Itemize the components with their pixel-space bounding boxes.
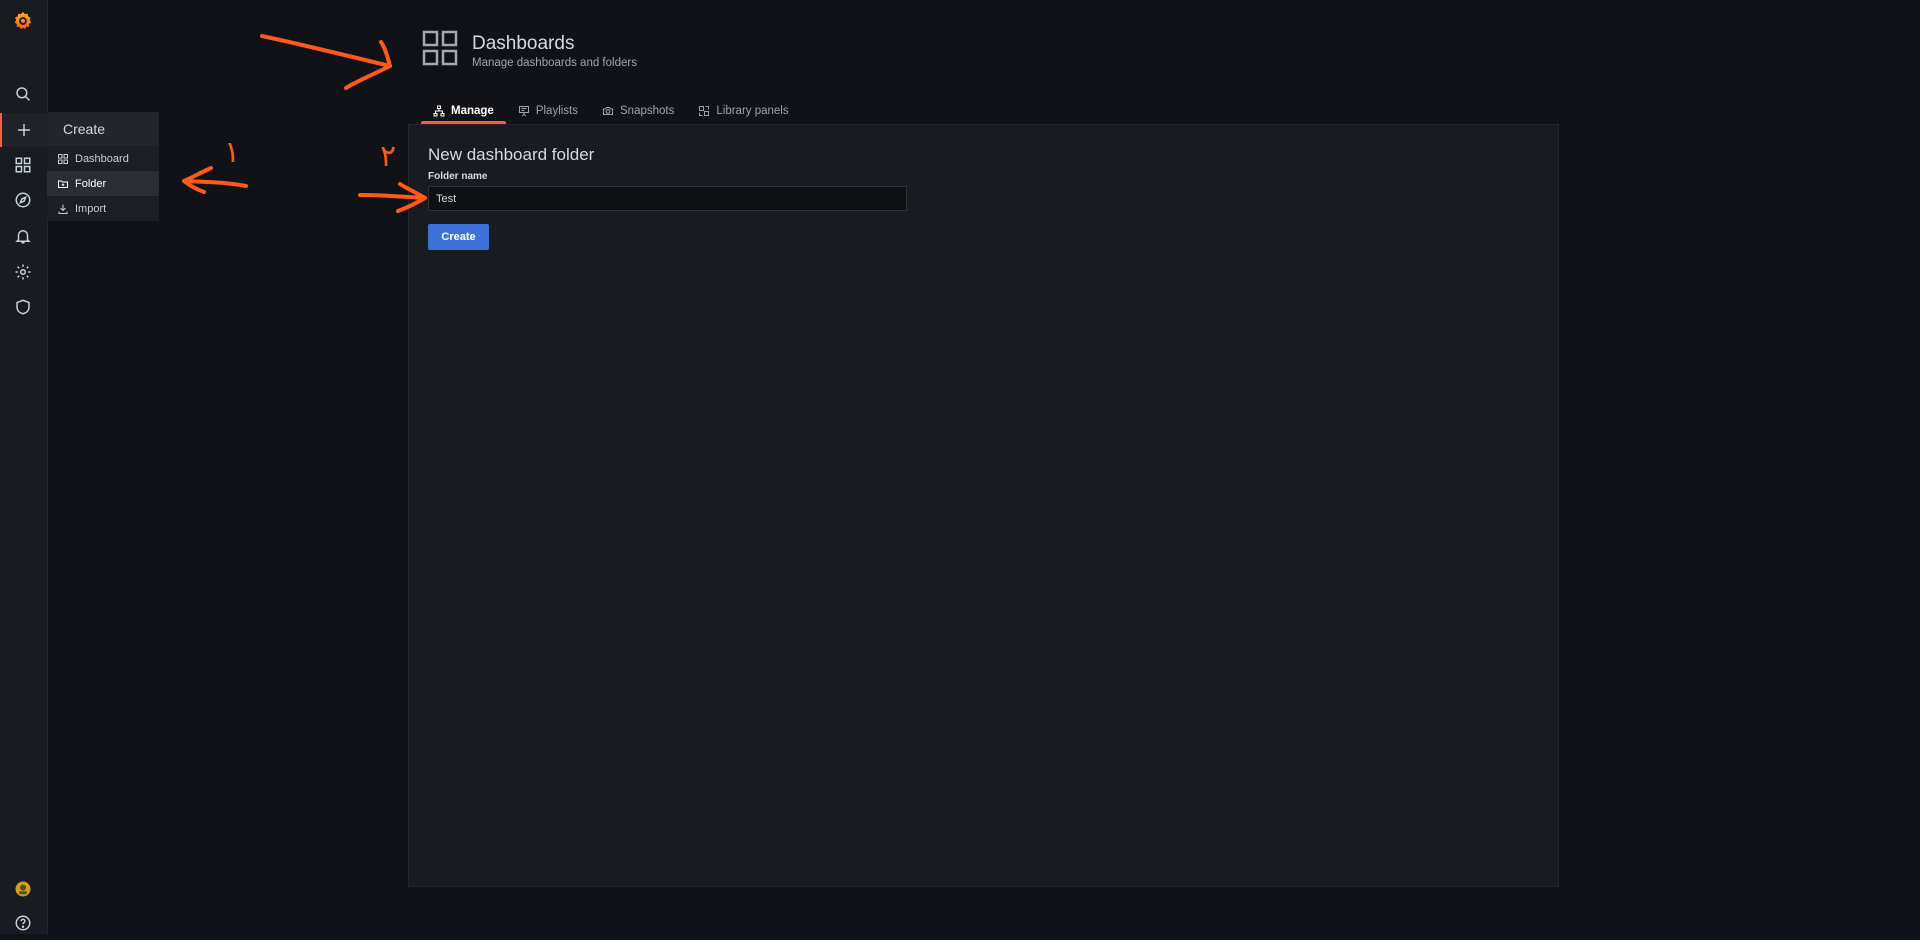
content-panel: New dashboard folder Folder name Create	[408, 124, 1559, 887]
page-title: Dashboards	[472, 33, 575, 54]
tab-label: Playlists	[535, 105, 579, 117]
create-button[interactable]: Create	[428, 224, 489, 250]
page-tabs: Manage Playlists Snapshots Library panel…	[421, 98, 801, 124]
footer	[690, 926, 707, 937]
tab-playlists[interactable]: Playlists	[506, 98, 590, 124]
bell-icon	[15, 230, 31, 244]
flyout-item-label: Dashboard	[75, 152, 129, 165]
footer-links	[690, 926, 693, 937]
flyout-item-label: Folder	[75, 177, 107, 190]
camera-icon	[603, 107, 614, 115]
tab-label: Snapshots	[620, 105, 675, 117]
annotation-step-1: ۱	[224, 135, 240, 170]
avatar	[15, 881, 31, 897]
sidemenu-create[interactable]	[0, 113, 46, 147]
apps-icon	[58, 153, 68, 164]
sidemenu-dashboards[interactable]	[0, 148, 46, 182]
shield-icon	[16, 299, 30, 315]
apps-icon	[15, 157, 31, 173]
grafana-logo-icon	[14, 11, 32, 30]
folder-name-label: Folder name	[428, 171, 488, 182]
sidemenu-help[interactable]	[0, 906, 46, 940]
apps-icon	[422, 30, 458, 66]
folder-name-input[interactable]	[428, 186, 907, 211]
sidemenu-configuration[interactable]	[0, 255, 46, 289]
sidemenu-server-admin[interactable]	[0, 290, 46, 324]
side-menu	[0, 0, 48, 934]
presentation-icon	[518, 106, 529, 117]
annotation-arrow-header	[260, 34, 392, 90]
annotation-step-2: ۲	[380, 139, 396, 174]
compass-icon	[15, 192, 31, 208]
create-flyout-menu: Create Dashboard Folder Import	[47, 112, 159, 221]
flyout-item-dashboard[interactable]: Dashboard	[47, 146, 159, 171]
tab-manage[interactable]: Manage	[421, 98, 506, 124]
form-title: New dashboard folder	[428, 145, 595, 164]
tab-library-panels[interactable]: Library panels	[686, 98, 800, 124]
flyout-item-folder[interactable]: Folder	[47, 171, 159, 196]
sidemenu-alerting[interactable]	[0, 219, 46, 253]
flyout-header[interactable]: Create	[47, 112, 159, 146]
tab-snapshots[interactable]: Snapshots	[590, 98, 686, 124]
tab-label: Library panels	[716, 105, 789, 117]
annotation-arrow-folder	[182, 166, 248, 194]
gear-icon	[15, 264, 31, 280]
sitemap-icon	[433, 105, 445, 117]
sidemenu-search[interactable]	[0, 77, 46, 111]
page-subtitle: Manage dashboards and folders	[472, 57, 637, 69]
import-icon	[58, 204, 68, 214]
library-panel-icon	[699, 106, 710, 116]
sidemenu-profile[interactable]	[0, 872, 46, 906]
search-icon	[16, 87, 30, 101]
flyout-item-label: Import	[75, 202, 107, 215]
question-circle-icon	[15, 915, 31, 931]
grafana-logo[interactable]	[0, 4, 46, 38]
plus-icon	[18, 124, 30, 136]
flyout-item-import[interactable]: Import	[47, 196, 159, 221]
tab-label: Manage	[451, 105, 494, 117]
folder-plus-icon	[58, 180, 68, 188]
sidemenu-explore[interactable]	[0, 183, 46, 217]
